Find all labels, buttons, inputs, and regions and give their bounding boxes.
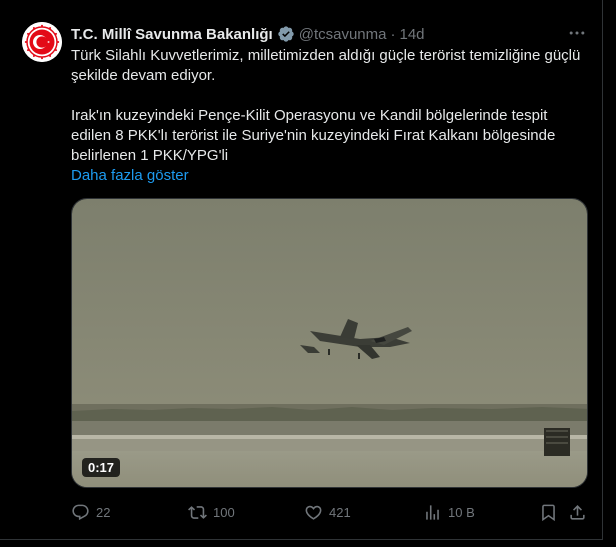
views-button[interactable]: 10 B	[423, 500, 475, 524]
header-separator: ·	[390, 25, 396, 43]
verified-badge-icon[interactable]	[277, 25, 295, 43]
bookmark-button[interactable]	[539, 500, 558, 524]
repost-count: 100	[213, 504, 235, 520]
author-name[interactable]: T.C. Millî Savunma Bakanlığı	[71, 26, 273, 43]
msb-emblem-icon	[22, 22, 62, 62]
show-more-link[interactable]: Daha fazla göster	[71, 166, 189, 186]
action-bar: 22 100 421 10 B	[71, 500, 591, 524]
tweet-paragraph-1: Türk Silahlı Kuvvetlerimiz, milletimizde…	[71, 47, 581, 84]
views-count: 10 B	[448, 504, 475, 520]
author-handle[interactable]: @tcsavunma	[299, 26, 387, 43]
reply-count: 22	[96, 504, 111, 520]
like-button[interactable]: 421	[304, 500, 351, 524]
repost-icon	[188, 505, 207, 519]
tweet-header: T.C. Millî Savunma Bakanlığı @tcsavunma …	[71, 24, 425, 44]
bookmark-icon	[542, 504, 555, 521]
tweet-time[interactable]: 14d	[399, 26, 424, 43]
reply-button[interactable]: 22	[71, 500, 110, 524]
video-thumbnail	[72, 199, 587, 487]
like-count: 421	[329, 504, 351, 520]
video-player[interactable]: 0:17	[71, 198, 588, 488]
tweet-paragraph-2: Irak'ın kuzeyindeki Pençe-Kilit Operasyo…	[71, 107, 556, 164]
views-chart-icon	[426, 504, 439, 520]
share-icon	[570, 504, 585, 520]
avatar[interactable]	[22, 22, 62, 62]
repost-button[interactable]: 100	[188, 500, 235, 524]
video-duration: 0:17	[82, 458, 121, 477]
tweet-card[interactable]: T.C. Millî Savunma Bakanlığı @tcsavunma …	[0, 0, 603, 540]
more-dots-icon[interactable]	[566, 22, 588, 44]
heart-icon	[305, 505, 322, 520]
reply-icon	[72, 504, 89, 520]
share-button[interactable]	[568, 500, 587, 524]
tweet-text: Türk Silahlı Kuvvetlerimiz, milletimizde…	[71, 46, 581, 186]
